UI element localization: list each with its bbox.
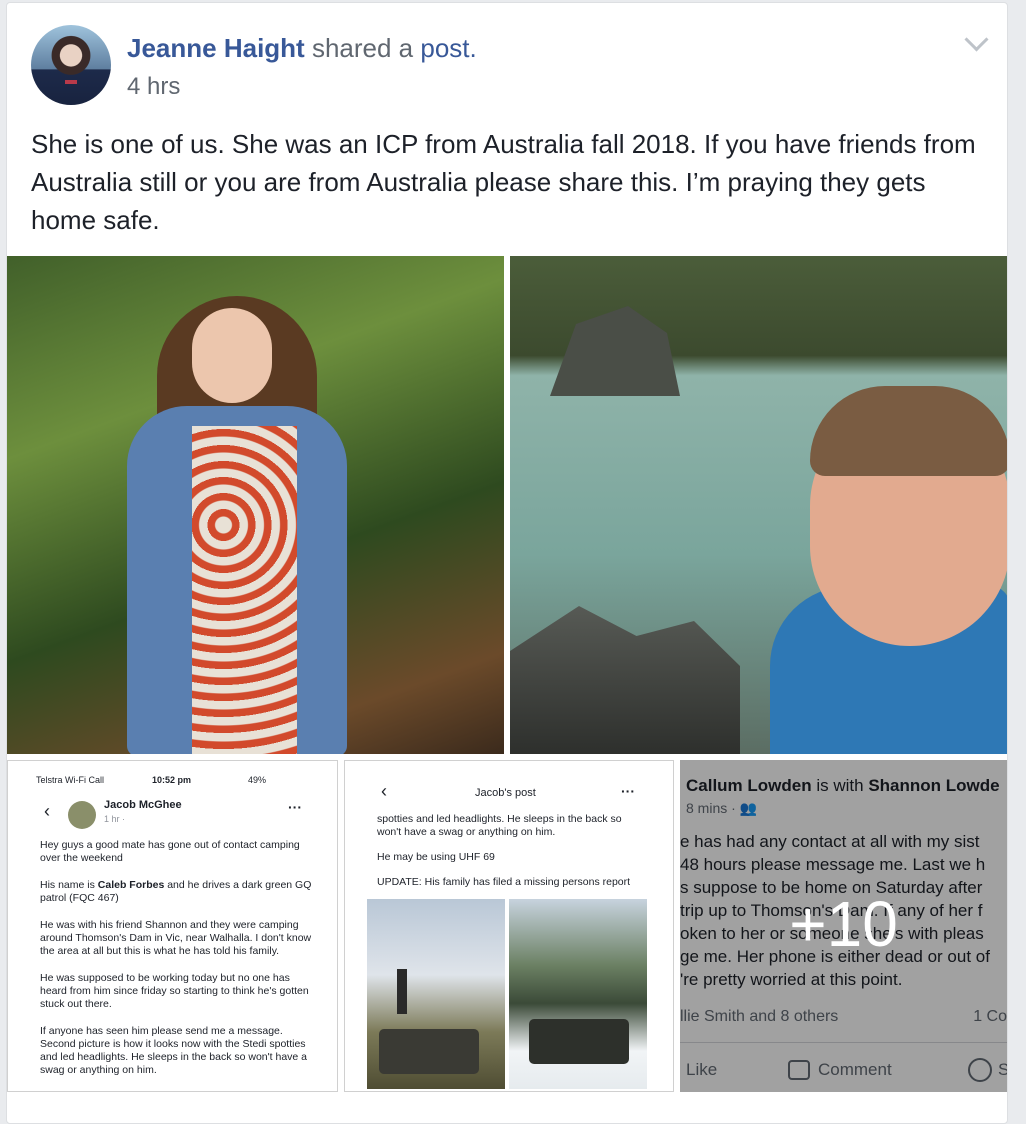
text-span-bold: Caleb Forbes: [97, 879, 165, 891]
screenshot-author: Jacob McGhee: [104, 799, 182, 811]
photo-woman[interactable]: [7, 256, 504, 754]
avatar: [68, 801, 96, 829]
back-icon: ‹: [381, 781, 387, 801]
photo-shape-car: [379, 1029, 479, 1074]
photo-car-standing: [367, 899, 505, 1089]
photo-shape-car: [529, 1019, 629, 1064]
screenshot-title: Jacob's post: [475, 787, 536, 799]
photo-screenshot-jacob-post[interactable]: Telstra Wi-Fi Call 10:52 pm 49% ‹ Jacob …: [7, 760, 338, 1092]
back-icon: ‹: [44, 801, 50, 821]
photo-shape-person: [397, 969, 407, 1014]
screenshot-paragraph: He was supposed to be working today but …: [40, 972, 309, 1010]
photo-shape-hair: [810, 386, 1007, 476]
more-icon: ···: [288, 799, 302, 815]
status-battery: 49%: [248, 775, 267, 785]
screenshot-paragraph: He was with his friend Shannon and they …: [40, 919, 312, 957]
screenshot-meta: 1 hr ·: [104, 814, 126, 824]
post-timestamp[interactable]: 4 hrs: [127, 73, 180, 101]
screenshot-paragraph: His name is Caleb Forbes and he drives a…: [40, 879, 312, 905]
avatar-shirt-logo: [65, 80, 77, 84]
more-icon: ···: [621, 783, 635, 799]
post-body-text: She is one of us. She was an ICP from Au…: [31, 129, 976, 235]
screenshot-text: spotties and led headlights. He sleeps i…: [377, 813, 647, 901]
screenshot-text: Hey guys a good mate has gone out of con…: [40, 839, 312, 1091]
photo-shape-rocks: [510, 606, 740, 754]
status-time: 10:52 pm: [152, 775, 192, 785]
post-header: Jeanne Haight shared a post.: [127, 33, 477, 64]
more-photos-count[interactable]: +10: [680, 888, 1007, 960]
shared-text: shared a: [311, 33, 414, 63]
shared-post-link[interactable]: post.: [420, 33, 476, 63]
screenshot-paragraph: UPDATE: His family has filed a missing p…: [377, 876, 631, 888]
photo-shape-dress: [192, 426, 297, 754]
photo-shape-cliff: [550, 306, 680, 396]
chevron-down-icon[interactable]: [964, 27, 989, 52]
photo-shape-face: [192, 308, 272, 403]
post-card: Jeanne Haight shared a post. 4 hrs She i…: [6, 2, 1008, 1124]
screenshot-paragraph: spotties and led headlights. He sleeps i…: [377, 813, 622, 838]
photo-screenshot-callum-post[interactable]: Callum Lowden is with Shannon Lowde 8 mi…: [680, 760, 1007, 1092]
screenshot-paragraph: If anyone has seen him please send me a …: [40, 1025, 308, 1076]
photo-man-selfie[interactable]: [510, 256, 1007, 754]
screenshot-paragraph: Hey guys a good mate has gone out of con…: [40, 839, 300, 864]
author-avatar[interactable]: [31, 25, 111, 105]
text-span: His name is: [40, 879, 98, 891]
photo-car-snow: [509, 899, 647, 1089]
status-carrier: Telstra Wi-Fi Call: [36, 775, 105, 785]
photo-screenshot-jacob-post-2[interactable]: ‹ Jacob's post ··· spotties and led head…: [344, 760, 674, 1092]
author-name-link[interactable]: Jeanne Haight: [127, 33, 305, 63]
screenshot-paragraph: He may be using UHF 69: [377, 851, 495, 863]
